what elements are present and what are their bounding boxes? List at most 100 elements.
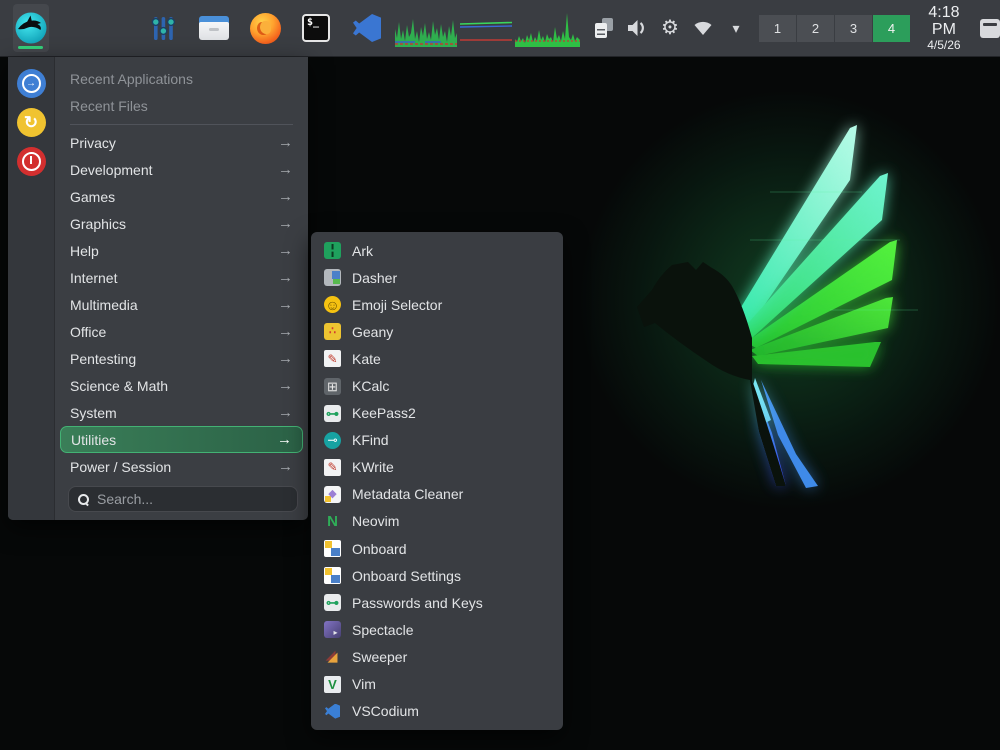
vscode-launcher[interactable]: [351, 12, 383, 44]
recent-item-recent-applications[interactable]: Recent Applications: [60, 65, 303, 92]
firefox-launcher[interactable]: [249, 12, 281, 44]
category-item-system[interactable]: System: [60, 399, 303, 426]
logout-icon: →: [22, 74, 41, 93]
category-item-utilities[interactable]: Utilities: [60, 426, 303, 453]
app-label: Emoji Selector: [352, 297, 442, 313]
category-label: Internet: [70, 270, 117, 286]
app-item-kate[interactable]: Kate: [317, 345, 557, 372]
restart-button[interactable]: ↻: [17, 108, 46, 137]
digital-clock[interactable]: 4:18 PM 4/5/26: [920, 5, 968, 51]
app-item-metadata-cleaner[interactable]: Metadata Cleaner: [317, 481, 557, 508]
ark-icon: [324, 242, 341, 259]
app-item-dasher[interactable]: Dasher: [317, 264, 557, 291]
category-label: System: [70, 405, 117, 421]
system-monitor-widget[interactable]: [395, 9, 580, 47]
kcalc-icon: [324, 378, 341, 395]
app-item-emoji-selector[interactable]: Emoji Selector: [317, 291, 557, 318]
spectacle-icon: [324, 621, 341, 638]
category-item-office[interactable]: Office: [60, 318, 303, 345]
category-item-games[interactable]: Games: [60, 183, 303, 210]
app-item-ark[interactable]: Ark: [317, 237, 557, 264]
vscodium-icon: [324, 703, 341, 720]
metadata-cleaner-icon: [324, 486, 341, 503]
network-tray-item[interactable]: [692, 17, 714, 39]
clipboard-icon: [594, 18, 614, 38]
app-item-kfind[interactable]: KFind: [317, 427, 557, 454]
settings-tray-item[interactable]: ⚙: [659, 17, 681, 39]
speaker-icon: [626, 18, 648, 38]
app-item-vscodium[interactable]: VSCodium: [317, 698, 557, 725]
top-panel: $_ ⚙: [0, 0, 1000, 57]
app-label: Geany: [352, 324, 393, 340]
kali-bird-wallpaper: [600, 80, 930, 530]
app-item-neovim[interactable]: Neovim: [317, 508, 557, 535]
app-item-onboard-settings[interactable]: Onboard Settings: [317, 562, 557, 589]
terminal-icon: $_: [302, 14, 330, 42]
workspace-pager: 1234: [759, 15, 910, 42]
app-label: Spectacle: [352, 622, 413, 638]
category-label: Multimedia: [70, 297, 138, 313]
app-label: KWrite: [352, 459, 394, 475]
geany-icon: [324, 323, 341, 340]
kfind-icon: [324, 432, 341, 449]
workspace-button-4[interactable]: 4: [873, 15, 910, 42]
category-label: Science & Math: [70, 378, 168, 394]
session-strip: → ↻: [8, 57, 55, 520]
category-label: Privacy: [70, 135, 116, 151]
active-launcher-indicator: [18, 46, 43, 49]
app-item-geany[interactable]: Geany: [317, 318, 557, 345]
clock-time: 4:18 PM: [920, 5, 968, 39]
vim-icon: [324, 676, 341, 693]
shutdown-button[interactable]: [17, 147, 46, 176]
clock-date: 4/5/26: [920, 39, 968, 52]
file-manager-launcher[interactable]: [198, 12, 230, 44]
workspace-button-1[interactable]: 1: [759, 15, 796, 42]
category-item-graphics[interactable]: Graphics: [60, 210, 303, 237]
recent-list: Recent ApplicationsRecent Files: [60, 65, 303, 119]
kwrite-icon: [324, 459, 341, 476]
sweeper-icon: [324, 648, 341, 665]
kali-menu-button[interactable]: [13, 4, 49, 52]
category-item-development[interactable]: Development: [60, 156, 303, 183]
search-box[interactable]: [68, 486, 298, 512]
network-history-graph: [515, 9, 580, 47]
category-item-help[interactable]: Help: [60, 237, 303, 264]
app-item-onboard[interactable]: Onboard: [317, 535, 557, 562]
expand-tray-button[interactable]: ▾: [725, 17, 747, 39]
category-label: Graphics: [70, 216, 126, 232]
app-item-sweeper[interactable]: Sweeper: [317, 643, 557, 670]
workspace-button-2[interactable]: 2: [797, 15, 834, 42]
cpu-history-graph: [395, 9, 457, 47]
panel-icon[interactable]: [980, 19, 1000, 38]
app-item-passwords-and-keys[interactable]: Passwords and Keys: [317, 589, 557, 616]
category-item-internet[interactable]: Internet: [60, 264, 303, 291]
recent-item-recent-files[interactable]: Recent Files: [60, 92, 303, 119]
emoji-selector-icon: [324, 296, 341, 313]
terminal-launcher[interactable]: $_: [300, 12, 332, 44]
category-item-power-session[interactable]: Power / Session: [60, 453, 303, 480]
gear-icon: ⚙: [661, 18, 679, 38]
app-item-kwrite[interactable]: KWrite: [317, 454, 557, 481]
app-label: Onboard: [352, 541, 406, 557]
utilities-submenu: ArkDasher Emoji Selector Geany Kate KCalc Kee…: [311, 232, 563, 730]
app-label: KCalc: [352, 378, 389, 394]
app-item-kcalc[interactable]: KCalc: [317, 372, 557, 399]
category-item-multimedia[interactable]: Multimedia: [60, 291, 303, 318]
logout-button[interactable]: →: [17, 69, 46, 98]
app-item-spectacle[interactable]: Spectacle: [317, 616, 557, 643]
system-settings-launcher[interactable]: [147, 12, 179, 44]
app-item-vim[interactable]: Vim: [317, 671, 557, 698]
menu-divider: [70, 124, 293, 125]
category-item-science-math[interactable]: Science & Math: [60, 372, 303, 399]
category-item-pentesting[interactable]: Pentesting: [60, 345, 303, 372]
app-label: VSCodium: [352, 703, 419, 719]
app-item-keepass2[interactable]: KeePass2: [317, 400, 557, 427]
category-label: Pentesting: [70, 351, 136, 367]
onboard-settings-icon: [324, 567, 341, 584]
clipboard-tray-item[interactable]: [593, 17, 615, 39]
volume-tray-item[interactable]: [626, 17, 648, 39]
workspace-button-3[interactable]: 3: [835, 15, 872, 42]
search-input[interactable]: [97, 491, 288, 507]
app-label: Vim: [352, 676, 376, 692]
category-item-privacy[interactable]: Privacy: [60, 129, 303, 156]
